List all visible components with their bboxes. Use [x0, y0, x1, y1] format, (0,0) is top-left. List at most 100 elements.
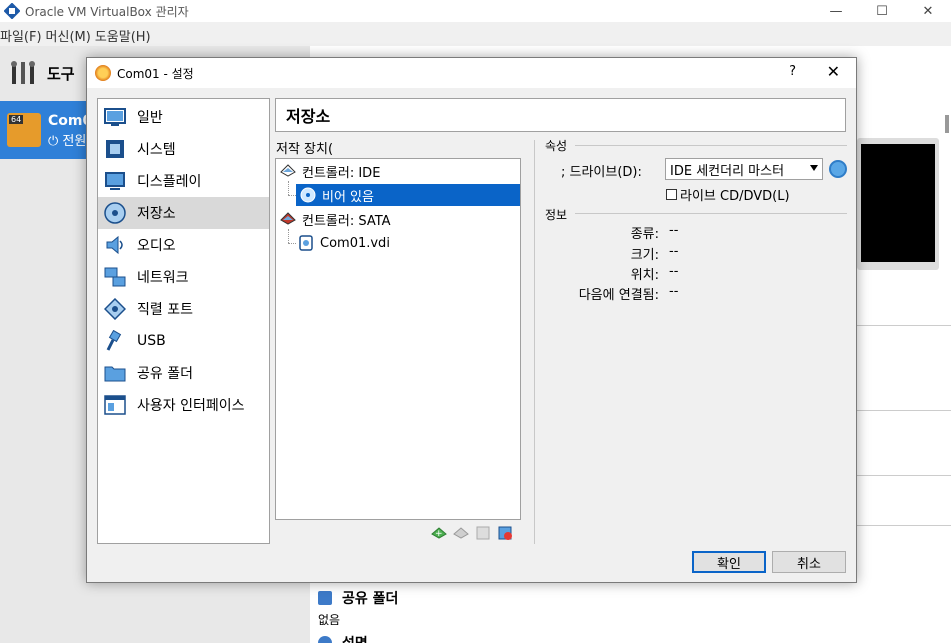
- tools-item[interactable]: 도구: [0, 50, 90, 96]
- category-general[interactable]: 일반: [98, 101, 269, 133]
- svg-text:+: +: [435, 529, 443, 539]
- description-icon: [318, 636, 332, 643]
- category-audio[interactable]: 오디오: [98, 229, 269, 261]
- maximize-button[interactable]: ☐: [859, 0, 905, 22]
- menu-machine[interactable]: 머신(M): [46, 26, 91, 45]
- settings-gear-icon: [95, 65, 111, 81]
- description-section[interactable]: 설명: [318, 633, 368, 643]
- checkbox-box: [666, 189, 677, 200]
- info-attached-value: --: [669, 284, 679, 299]
- section-divider: [857, 475, 951, 476]
- category-network[interactable]: 네트워크: [98, 261, 269, 293]
- tree-label: 비어 있음: [322, 189, 374, 205]
- optical-drive-select[interactable]: IDE 세컨더리 마스터: [665, 158, 823, 180]
- virtualbox-icon: [4, 3, 20, 19]
- chip-icon: [106, 140, 124, 158]
- tools-label: 도구: [47, 64, 75, 83]
- category-list: 일반 시스템 디스플레이 저장소 오디오 네트워크 직렬 포트 USB 공유 폴…: [97, 98, 270, 544]
- menu-file[interactable]: 파일(F): [0, 26, 42, 45]
- shared-folders-section[interactable]: 공유 폴더: [318, 588, 398, 608]
- chevron-down-icon: [810, 165, 818, 171]
- section-divider: [857, 525, 951, 526]
- tree-toolbar: +: [431, 525, 513, 541]
- main-titlebar: Oracle VM VirtualBox 관리자 — ☐ ✕: [0, 0, 951, 22]
- category-label: 일반: [137, 110, 163, 126]
- tools-icon: [11, 61, 35, 84]
- serial-port-icon: [104, 298, 126, 320]
- category-shared-folders[interactable]: 공유 폴더: [98, 357, 269, 389]
- category-usb[interactable]: USB: [98, 325, 269, 357]
- close-button[interactable]: ✕: [905, 0, 951, 22]
- live-cd-checkbox[interactable]: 라이브 CD/DVD(L): [666, 185, 790, 204]
- dialog-title: Com01 - 설정: [117, 66, 194, 81]
- info-location-value: --: [669, 264, 679, 279]
- category-label: USB: [137, 333, 166, 349]
- section-divider: [857, 410, 951, 411]
- category-user-interface[interactable]: 사용자 인터페이스: [98, 389, 269, 421]
- remove-controller-icon[interactable]: [453, 525, 469, 541]
- network-icon: [104, 267, 126, 287]
- folder-icon: [318, 591, 332, 605]
- optical-drive-label: ; 드라이브(D):: [561, 165, 642, 180]
- vm-os-icon: 64: [7, 113, 41, 147]
- info-size-value: --: [669, 244, 679, 259]
- category-label: 네트워크: [137, 270, 189, 286]
- usb-icon: [106, 330, 122, 351]
- window-controls: — ☐ ✕: [813, 0, 951, 22]
- details-scrollbar[interactable]: [945, 115, 949, 133]
- category-storage[interactable]: 저장소: [98, 197, 269, 229]
- main-menubar: 파일(F) 머신(M) 도움말(H): [0, 24, 155, 46]
- category-label: 저장소: [137, 206, 176, 222]
- tree-ide-controller[interactable]: 컨트롤러: IDE: [280, 160, 380, 182]
- category-label: 직렬 포트: [137, 302, 193, 318]
- shared-folders-header: 공유 폴더: [342, 591, 399, 607]
- hard-disk-icon: [299, 235, 313, 251]
- ok-button[interactable]: 확인: [692, 551, 766, 573]
- tree-label: 컨트롤러: SATA: [302, 213, 391, 229]
- tree-sata-disk[interactable]: Com01.vdi: [296, 232, 390, 254]
- page-header: 저장소: [275, 98, 846, 132]
- category-display[interactable]: 디스플레이: [98, 165, 269, 197]
- folder-icon: [104, 366, 126, 382]
- dialog-titlebar: Com01 - 설정 ? ✕: [87, 58, 856, 88]
- section-divider: [857, 325, 951, 326]
- remove-attachment-icon[interactable]: [497, 525, 513, 541]
- description-header: 설명: [342, 633, 368, 643]
- information-divider: [575, 213, 847, 214]
- vm-list-item[interactable]: 64 Com0 ⏻ 전원: [0, 101, 92, 159]
- add-controller-icon[interactable]: +: [431, 525, 447, 541]
- info-size-key: 크기:: [630, 248, 659, 263]
- panel-splitter[interactable]: [534, 140, 535, 544]
- tree-ide-empty-drive[interactable]: 비어 있음: [296, 184, 520, 206]
- tree-label: Com01.vdi: [320, 235, 390, 251]
- category-label: 공유 폴더: [137, 366, 193, 382]
- optical-drive-value: IDE 세컨더리 마스터: [670, 163, 785, 179]
- tree-sata-controller[interactable]: 컨트롤러: SATA: [280, 208, 391, 230]
- controller-icon: [280, 212, 296, 225]
- main-window-title: Oracle VM VirtualBox 관리자: [25, 4, 189, 19]
- optical-disc-icon: [300, 187, 316, 203]
- shared-folders-value: 없음: [318, 613, 341, 627]
- choose-disk-button[interactable]: [829, 160, 847, 178]
- info-location-key: 위치:: [630, 268, 659, 283]
- info-type-key: 종류:: [630, 227, 659, 242]
- category-serial-ports[interactable]: 직렬 포트: [98, 293, 269, 325]
- tree-label: 컨트롤러: IDE: [302, 165, 381, 181]
- controller-icon: [280, 164, 296, 177]
- add-attachment-icon[interactable]: [475, 525, 491, 541]
- vm-preview: [857, 138, 939, 270]
- menu-help[interactable]: 도움말(H): [95, 26, 151, 45]
- vm-state: ⏻ 전원: [48, 134, 87, 149]
- live-cd-label: 라이브 CD/DVD(L): [680, 189, 790, 204]
- attributes-divider: [575, 145, 847, 146]
- category-system[interactable]: 시스템: [98, 133, 269, 165]
- cancel-button[interactable]: 취소: [772, 551, 846, 573]
- category-label: 시스템: [137, 142, 176, 158]
- info-type-value: --: [669, 223, 679, 238]
- speaker-icon: [106, 235, 123, 255]
- dialog-close-button[interactable]: ✕: [827, 62, 840, 81]
- category-label: 디스플레이: [137, 174, 202, 190]
- minimize-button[interactable]: —: [813, 0, 859, 22]
- help-button[interactable]: ?: [789, 64, 796, 79]
- info-attached-key: 다음에 연결됨:: [578, 288, 659, 303]
